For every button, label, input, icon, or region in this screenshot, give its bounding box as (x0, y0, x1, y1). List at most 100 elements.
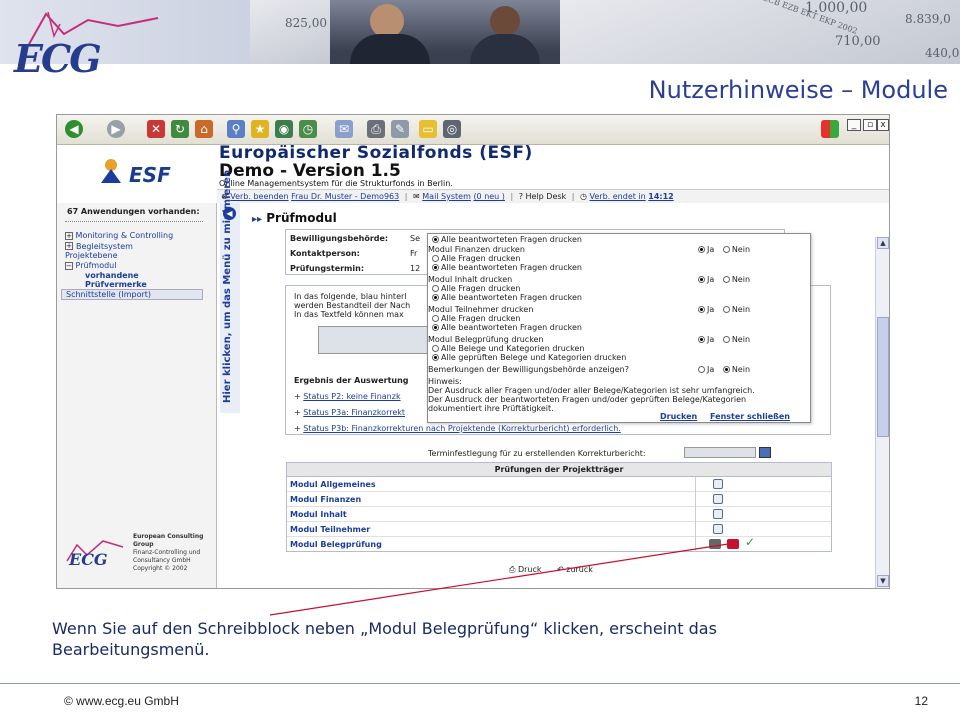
mail-link[interactable]: Mail System (422, 192, 471, 201)
esf-version: Demo - Version 1.5 (219, 161, 401, 181)
minimize-menu-tab[interactable]: Hier klicken, um das Menü zu minimieren … (220, 170, 240, 413)
expand-icon[interactable]: + (65, 242, 73, 250)
collapse-arrow-icon[interactable]: ◀ (223, 207, 236, 220)
yes-no[interactable]: Ja Nein (698, 305, 750, 314)
option-row[interactable]: Alle geprüften Belege und Kategorien dru… (432, 353, 626, 362)
view-icon[interactable] (713, 509, 723, 519)
radio-icon[interactable] (432, 285, 439, 292)
expand-icon[interactable]: + (65, 232, 73, 240)
option-row[interactable]: Alle Fragen drucken (432, 284, 520, 293)
table-row[interactable]: Modul Inhalt (287, 507, 831, 522)
calendar-icon[interactable] (759, 447, 771, 458)
radio-icon[interactable] (432, 264, 439, 271)
research-icon[interactable]: ◎ (443, 120, 461, 138)
status-link[interactable]: + Status P3b: Finanzkorrekturen nach Pro… (294, 424, 621, 433)
yes-no[interactable]: Ja Nein (698, 275, 750, 284)
search-icon[interactable]: ⚲ (227, 120, 245, 138)
mail-icon: ✉ (413, 192, 420, 201)
mail-icon[interactable]: ✉ (335, 120, 353, 138)
radio-icon[interactable] (432, 324, 439, 331)
yes-no[interactable]: Ja Nein (698, 365, 750, 374)
banner-number: 825,00 (285, 16, 327, 30)
company-sub: Consultancy GmbH (133, 557, 191, 564)
table-row[interactable]: Modul Finanzen (287, 492, 831, 507)
collapse-icon[interactable]: − (65, 262, 73, 270)
option-row[interactable]: Alle beantworteten Fragen drucken (432, 323, 582, 332)
minimize-menu-label[interactable]: Hier klicken, um das Menü zu minimieren (222, 170, 233, 403)
ecg-small-logo: ECG (63, 535, 127, 569)
view-icon[interactable] (713, 524, 723, 534)
yes-no[interactable]: Ja Nein (698, 245, 750, 254)
sidebar-item-monitoring[interactable]: + Monitoring & Controlling (65, 231, 215, 240)
edit-icon[interactable]: ✎ (391, 120, 409, 138)
deadline-input[interactable] (684, 447, 756, 458)
table-title: Prüfungen der Projektträger (287, 463, 831, 477)
view-icon[interactable] (713, 494, 723, 504)
radio-icon[interactable] (432, 236, 439, 243)
bottom-print-button[interactable]: ⎙ Druck (509, 565, 542, 575)
scroll-down-icon[interactable]: ▼ (877, 575, 889, 587)
helpdesk-link[interactable]: Help Desk (526, 192, 567, 201)
label: Prüfungstermin: (290, 264, 365, 273)
radio-icon[interactable] (432, 345, 439, 352)
home-icon[interactable]: ⌂ (195, 120, 213, 138)
section-heading: Modul Belegprüfung drucken (428, 335, 544, 344)
option-row[interactable]: Alle beantworteten Fragen drucken (432, 235, 582, 244)
table-row[interactable]: Modul Allgemeines (287, 477, 831, 492)
scroll-thumb[interactable] (877, 317, 889, 437)
browser-toolbar: ◀ ▶ ✕ ↻ ⌂ ⚲ ★ ◉ ◷ ✉ ⎙ ✎ ▭ ◎ _ ▫ x (57, 115, 889, 145)
logout-link[interactable]: Verb. beenden (230, 192, 288, 201)
sidebar-item-schnittstelle[interactable]: Schnittstelle (Import) (61, 289, 203, 300)
esf-title: Europäischer Sozialfonds (ESF) (219, 143, 533, 163)
sidebar: 67 Anwendungen vorhanden: + Monitoring &… (57, 203, 217, 588)
scrollbar[interactable]: ▲ ▼ (875, 237, 889, 588)
label: Kontaktperson: (290, 249, 360, 258)
remarks-question: Bemerkungen der Bewilligungsbehörde anze… (428, 365, 629, 374)
logo-text: ECG (14, 36, 102, 81)
radio-icon[interactable] (432, 294, 439, 301)
radio-icon[interactable] (432, 255, 439, 262)
sidebar-item-begleitsystem[interactable]: + Begleitsystem Projektebene (65, 242, 155, 260)
notepad-icon[interactable] (727, 539, 739, 549)
text-area[interactable] (318, 326, 428, 354)
option-row[interactable]: Alle beantworteten Fragen drucken (432, 293, 582, 302)
footer-copyright: © www.ecg.eu GmbH (64, 694, 179, 708)
slide-title: Nutzerhinweise – Module (648, 76, 948, 104)
radio-icon[interactable] (432, 354, 439, 361)
forward-icon[interactable]: ▶ (107, 120, 125, 138)
option-row[interactable]: Alle Fragen drucken (432, 314, 520, 323)
print-link[interactable]: Drucken (660, 412, 697, 421)
user-link[interactable]: Frau Dr. Muster - Demo963 (291, 192, 399, 201)
back-icon[interactable]: ◀ (65, 120, 83, 138)
close-window-link[interactable]: Fenster schließen (710, 412, 790, 421)
history-icon[interactable]: ◷ (299, 120, 317, 138)
close-icon[interactable]: x (877, 119, 889, 131)
option-row[interactable]: Alle beantworteten Fragen drucken (432, 263, 582, 272)
refresh-icon[interactable]: ↻ (171, 120, 189, 138)
print-icon[interactable] (709, 539, 721, 549)
table-row[interactable]: Modul Belegprüfung ✓ (287, 535, 831, 552)
yes-no[interactable]: Ja Nein (698, 335, 750, 344)
folder-icon[interactable]: ▭ (419, 120, 437, 138)
company-sub: Finanz-Controlling und (133, 549, 201, 556)
sidebar-subitem-pruefvermerke[interactable]: vorhandene Prüfvermerke (85, 271, 155, 289)
status-link[interactable]: + Status P3a: Finanzkorrekt (294, 408, 405, 417)
esf-tagline: Online Managementsystem für die Struktur… (219, 179, 453, 188)
restore-icon[interactable]: ▫ (863, 119, 877, 131)
stop-icon[interactable]: ✕ (147, 120, 165, 138)
hint-title: Hinweis: (428, 377, 462, 386)
view-icon[interactable] (713, 479, 723, 489)
minimize-icon[interactable]: _ (847, 119, 861, 131)
sidebar-item-pruefmodul[interactable]: − Prüfmodul (65, 261, 215, 270)
radio-icon[interactable] (432, 315, 439, 322)
status-link[interactable]: + Status P2: keine Finanzk (294, 392, 401, 401)
mail-count[interactable]: (0 neu ) (473, 192, 504, 201)
print-icon[interactable]: ⎙ (367, 120, 385, 138)
option-row[interactable]: Alle Belege und Kategorien drucken (432, 344, 585, 353)
back-button[interactable]: ↶ zurück (557, 565, 593, 574)
favorites-icon[interactable]: ★ (251, 120, 269, 138)
media-icon[interactable]: ◉ (275, 120, 293, 138)
checkmark-icon[interactable]: ✓ (745, 535, 755, 550)
scroll-up-icon[interactable]: ▲ (877, 237, 889, 249)
option-row[interactable]: Alle Fragen drucken (432, 254, 520, 263)
